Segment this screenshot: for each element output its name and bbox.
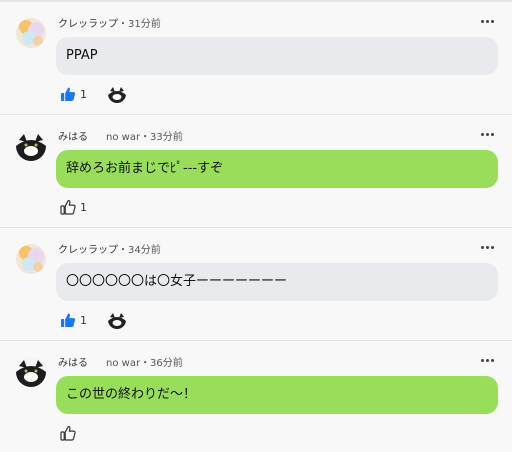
- comment-bubble: 〇〇〇〇〇〇は〇女子ーーーーーーー: [56, 263, 498, 301]
- like-button[interactable]: 1: [60, 84, 87, 104]
- like-count: 1: [80, 87, 87, 101]
- user-subtitle: no war: [106, 358, 141, 369]
- more-options-icon[interactable]: [480, 354, 496, 366]
- like-count: 1: [80, 200, 87, 214]
- more-options-icon[interactable]: [480, 241, 496, 253]
- comment-item: みはる no war・33分前 辞めろお前まじでﾋﾟ---すぞ 1: [0, 115, 512, 227]
- thumbs-up-icon: [60, 425, 76, 441]
- user-subtitle: no war: [106, 132, 141, 143]
- cat-avatar[interactable]: [16, 357, 46, 387]
- pastel-avatar[interactable]: [16, 18, 46, 48]
- like-count: 1: [80, 313, 87, 327]
- more-options-icon[interactable]: [480, 128, 496, 140]
- thumbs-up-icon: [61, 313, 76, 327]
- like-button[interactable]: [60, 423, 80, 443]
- user-name[interactable]: みはる: [58, 132, 88, 143]
- comment-item: クレッラップ・31分前 PPAP 1: [0, 2, 512, 114]
- comment-bubble: この世の終わりだ〜！: [56, 376, 498, 414]
- user-name[interactable]: みはる: [58, 358, 88, 369]
- timestamp: ・36分前: [140, 358, 183, 369]
- timestamp: ・31分前: [118, 19, 161, 30]
- user-name[interactable]: クレッラップ: [58, 19, 118, 30]
- comment-bubble: PPAP: [56, 37, 498, 75]
- reactor-avatar: [108, 85, 126, 103]
- comment-item: クレッラップ・34分前 〇〇〇〇〇〇は〇女子ーーーーーーー 1: [0, 228, 512, 340]
- like-button[interactable]: 1: [60, 197, 87, 217]
- thumbs-up-icon: [61, 87, 76, 101]
- user-name[interactable]: クレッラップ: [58, 245, 118, 256]
- reactor-avatar: [108, 311, 126, 329]
- thumbs-up-icon: [60, 199, 76, 215]
- comment-meta: クレッラップ・31分前: [58, 15, 161, 30]
- comment-meta: みはる no war・33分前: [58, 128, 183, 143]
- comment-meta: みはる no war・36分前: [58, 354, 183, 369]
- comment-bubble: 辞めろお前まじでﾋﾟ---すぞ: [56, 150, 498, 188]
- cat-avatar[interactable]: [16, 131, 46, 161]
- comment-item: みはる no war・36分前 この世の終わりだ〜！: [0, 341, 512, 452]
- pastel-avatar[interactable]: [16, 244, 46, 274]
- timestamp: ・34分前: [118, 245, 161, 256]
- more-options-icon[interactable]: [480, 15, 496, 27]
- timestamp: ・33分前: [140, 132, 183, 143]
- comment-meta: クレッラップ・34分前: [58, 241, 161, 256]
- like-button[interactable]: 1: [60, 310, 87, 330]
